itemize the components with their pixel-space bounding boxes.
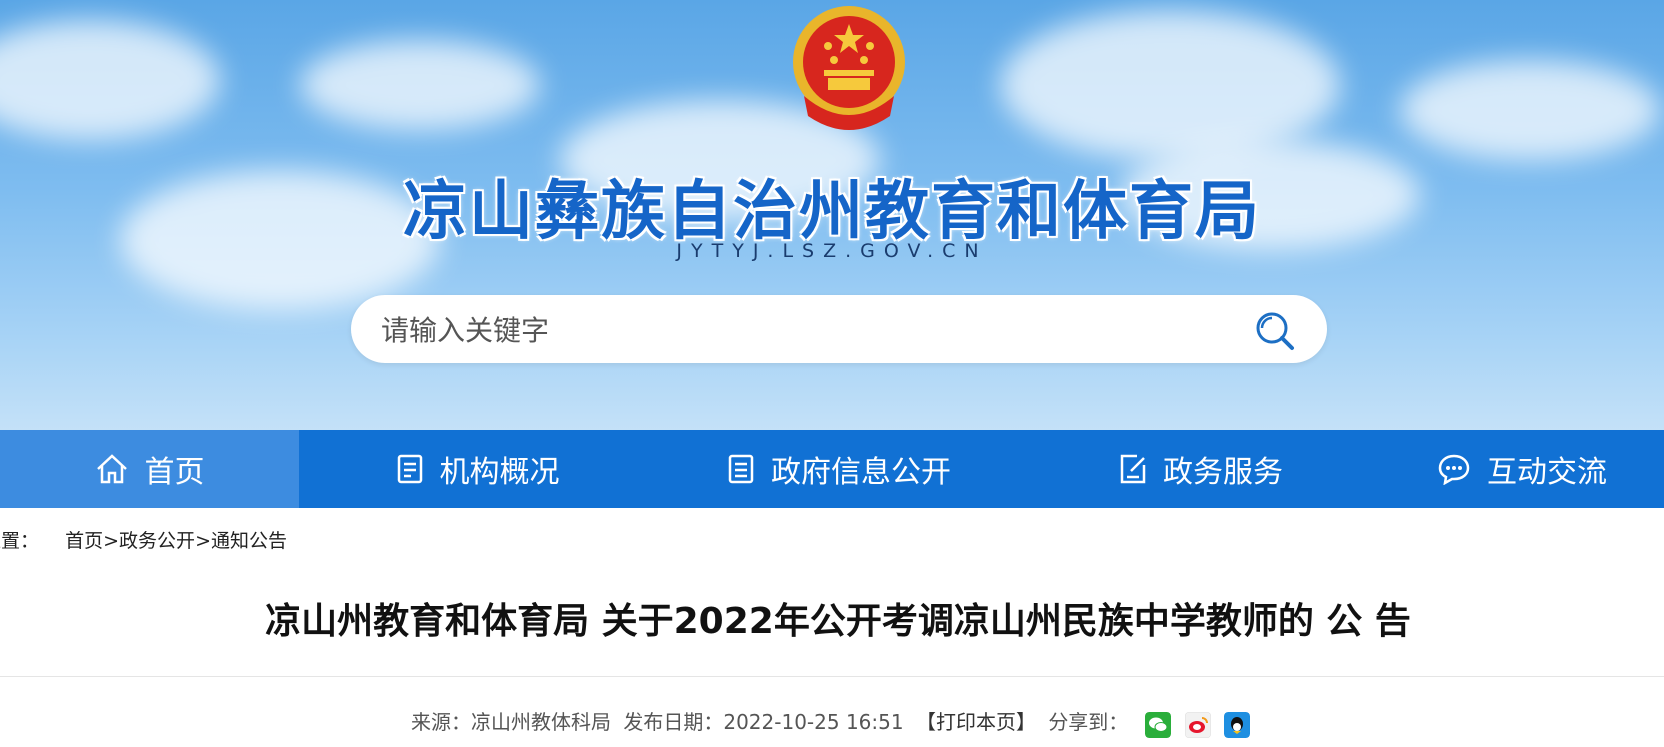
- site-title: 凉山彝族自治州教育和体育局: [403, 175, 1261, 249]
- nav-item-label: 政府信息公开: [771, 455, 951, 490]
- article-title: 凉山州教育和体育局 关于2022年公开考调凉山州民族中学教师的 公 告: [265, 601, 1411, 642]
- breadcrumb-separator: >: [103, 530, 120, 552]
- search-bar: [351, 295, 1327, 363]
- article-meta: 来源：凉山州教体科局 发布日期：2022-10-25 16:51 【打印本页】 …: [411, 706, 1134, 735]
- print-button[interactable]: 【打印本页】: [916, 710, 1036, 734]
- search-input[interactable]: [379, 305, 1203, 355]
- national-emblem-icon: [793, 6, 905, 130]
- main-nav: 首页 机构概况 政府信息公开 政务服务 互动交流: [0, 430, 1664, 508]
- site-domain: JYTYJ.LSZ.GOV.CN: [676, 240, 988, 262]
- share-label: 分享到：: [1048, 710, 1129, 734]
- nav-item-label: 机构概况: [439, 455, 560, 490]
- nav-item-services[interactable]: 政务服务: [1022, 430, 1380, 508]
- source-label: 来源：: [411, 710, 471, 734]
- header-banner: 凉山彝族自治州教育和体育局 JYTYJ.LSZ.GOV.CN: [0, 0, 1664, 430]
- breadcrumb-prefix: 位置：: [0, 530, 40, 552]
- breadcrumb-home[interactable]: 首页: [65, 530, 103, 552]
- nav-item-home[interactable]: 首页: [0, 430, 299, 508]
- date-value: 2022-10-25 16:51: [723, 710, 904, 734]
- nav-item-interaction[interactable]: 互动交流: [1380, 430, 1664, 508]
- nav-item-info-disclosure[interactable]: 政府信息公开: [656, 430, 1022, 508]
- weibo-icon[interactable]: [1185, 712, 1211, 738]
- wechat-icon[interactable]: [1145, 712, 1171, 738]
- nav-item-label: 政务服务: [1163, 455, 1283, 490]
- source-value: 凉山州教体科局: [471, 710, 611, 734]
- divider: [0, 676, 1664, 677]
- nav-item-about[interactable]: 机构概况: [299, 430, 656, 508]
- chat-icon: [1438, 454, 1470, 485]
- date-label: 发布日期：: [623, 710, 724, 734]
- document-list-icon: [397, 454, 422, 484]
- qq-icon[interactable]: [1224, 712, 1250, 738]
- nav-item-label: 互动交流: [1487, 455, 1607, 490]
- document-icon: [728, 454, 754, 484]
- edit-document-icon: [1120, 454, 1146, 484]
- home-icon: [96, 454, 127, 484]
- breadcrumb-notices[interactable]: 通知公告: [211, 530, 287, 552]
- breadcrumb: 位置： 首页>政务公开>通知公告: [0, 526, 287, 553]
- breadcrumb-separator: >: [195, 530, 211, 552]
- nav-item-label: 首页: [144, 455, 205, 490]
- breadcrumb-public-affairs[interactable]: 政务公开: [119, 530, 195, 552]
- search-icon[interactable]: [1253, 309, 1297, 353]
